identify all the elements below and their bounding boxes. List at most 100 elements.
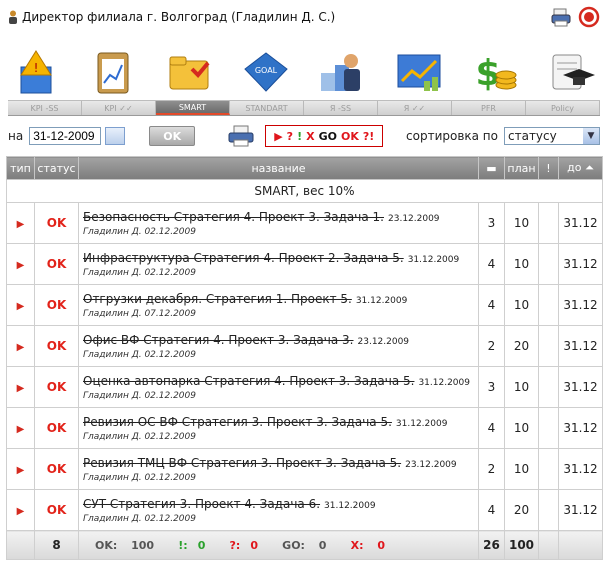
money-icon[interactable]: $	[469, 44, 521, 100]
task-cell[interactable]: Ревизия ОС ВФ Стратегия 3. Проект 3. Зад…	[78, 407, 479, 449]
col-status[interactable]: статус	[34, 156, 79, 180]
task-author: Гладилин Д. 02.12.2009	[83, 390, 196, 401]
type-marker[interactable]: ▶	[6, 284, 35, 326]
expand-arrow-icon[interactable]: ▶	[17, 424, 25, 435]
flag-cell	[538, 243, 559, 285]
filter-ok[interactable]: OK	[341, 130, 359, 143]
task-cell[interactable]: Инфраструктура Стратегия 4. Проект 2. За…	[78, 243, 479, 285]
task-cell[interactable]: Оценка автопарка Стратегия 4. Проект 3. …	[78, 366, 479, 408]
chart-icon[interactable]	[393, 44, 445, 100]
type-marker[interactable]: ▶	[6, 243, 35, 285]
table-row[interactable]: ▶ OK Оценка автопарка Стратегия 4. Проект …	[6, 366, 603, 408]
task-name[interactable]: Офис ВФ Стратегия 4. Проект 3. Задача 3.	[83, 333, 354, 347]
print-icon[interactable]	[227, 124, 255, 148]
printer-icon[interactable]	[550, 6, 572, 28]
filter-tri[interactable]: ▶	[274, 130, 282, 143]
comment-count[interactable]: 3	[478, 202, 505, 244]
tab-standart[interactable]: STANDART	[230, 101, 304, 115]
expand-arrow-icon[interactable]: ▶	[17, 301, 25, 312]
table-row[interactable]: ▶ OK Офис ВФ Стратегия 4. Проект 3. Задача…	[6, 325, 603, 367]
tab-ya-ss[interactable]: Я -SS	[304, 101, 378, 115]
tab-policy[interactable]: Policy	[526, 101, 600, 115]
kpi-clipboard-icon[interactable]	[87, 44, 139, 100]
task-name[interactable]: Ревизия ОС ВФ Стратегия 3. Проект 3. Зад…	[83, 415, 392, 429]
col-name[interactable]: название	[78, 156, 479, 180]
comment-count[interactable]: 2	[478, 325, 505, 367]
type-marker[interactable]: ▶	[6, 325, 35, 367]
comment-count[interactable]: 4	[478, 284, 505, 326]
exit-icon[interactable]	[578, 6, 600, 28]
expand-arrow-icon[interactable]: ▶	[17, 506, 25, 517]
table-row[interactable]: ▶ OK Ревизия ТМЦ ВФ Стратегия 3. Проект 3.…	[6, 448, 603, 490]
tab-kpi-check[interactable]: KPI ✓✓	[82, 101, 156, 115]
task-cell[interactable]: Безопасность Стратегия 4. Проект 3. Зада…	[78, 202, 479, 244]
filter-go[interactable]: GO	[319, 130, 337, 143]
task-name[interactable]: Ревизия ТМЦ ВФ Стратегия 3. Проект 3. За…	[83, 456, 401, 470]
task-cell[interactable]: Офис ВФ Стратегия 4. Проект 3. Задача 3.…	[78, 325, 479, 367]
calendar-icon[interactable]	[105, 127, 126, 145]
task-name[interactable]: Инфраструктура Стратегия 4. Проект 2. За…	[83, 251, 404, 265]
type-marker[interactable]: ▶	[6, 448, 35, 490]
task-cell[interactable]: Ревизия ТМЦ ВФ Стратегия 3. Проект 3. За…	[78, 448, 479, 490]
table-row[interactable]: ▶ OK Инфраструктура Стратегия 4. Проект 2.…	[6, 243, 603, 285]
col-plan[interactable]: план	[504, 156, 539, 180]
task-date: 23.12.2009	[405, 459, 457, 470]
sort-select[interactable]: статусу ▼	[504, 127, 600, 145]
type-marker[interactable]: ▶	[6, 407, 35, 449]
due-date: 31.12	[558, 243, 603, 285]
ranking-icon[interactable]	[316, 44, 368, 100]
task-date: 23.12.2009	[357, 336, 410, 347]
section-row: SMART, вес 10%	[6, 179, 603, 203]
chevron-down-icon[interactable]: ▼	[583, 128, 599, 144]
smart-folder-icon[interactable]	[163, 44, 215, 100]
col-flag[interactable]: !	[538, 156, 559, 180]
expand-arrow-icon[interactable]: ▶	[17, 465, 25, 476]
filter-ex[interactable]: !	[297, 130, 302, 143]
app-window: Директор филиала г. Волгоград (Гладилин …	[0, 0, 608, 566]
task-author: Гладилин Д. 02.12.2009	[83, 226, 196, 237]
type-marker[interactable]: ▶	[6, 489, 35, 531]
expand-arrow-icon[interactable]: ▶	[17, 219, 25, 230]
ok-button[interactable]: OK	[149, 126, 196, 146]
status-filter[interactable]: ▶ ? ! X GO OK ?!	[265, 125, 384, 147]
task-name[interactable]: СУТ Стратегия 3. Проект 4. Задача 6.	[83, 497, 320, 511]
col-type[interactable]: тип	[6, 156, 35, 180]
task-cell[interactable]: Отгрузки декабря. Стратегия 1. Проект 5.…	[78, 284, 479, 326]
svg-text:GOAL: GOAL	[255, 66, 278, 75]
kpi-bundle-icon[interactable]: !	[10, 44, 62, 100]
goal-icon[interactable]: GOAL	[240, 44, 292, 100]
expand-arrow-icon[interactable]: ▶	[17, 383, 25, 394]
date-input[interactable]	[29, 127, 102, 145]
type-marker[interactable]: ▶	[6, 202, 35, 244]
filter-q[interactable]: ?	[287, 130, 293, 143]
tab-ya-check[interactable]: Я ✓✓	[378, 101, 452, 115]
expand-arrow-icon[interactable]: ▶	[17, 342, 25, 353]
comment-count[interactable]: 3	[478, 366, 505, 408]
type-marker[interactable]: ▶	[6, 366, 35, 408]
expand-arrow-icon[interactable]: ▶	[17, 260, 25, 271]
tab-smart[interactable]: SMART	[156, 101, 230, 115]
comment-count[interactable]: 4	[478, 489, 505, 531]
comment-count[interactable]: 4	[478, 407, 505, 449]
col-comments[interactable]: ▬	[478, 156, 505, 180]
status-badge: OK	[34, 489, 79, 531]
task-name[interactable]: Безопасность Стратегия 4. Проект 3. Зада…	[83, 210, 384, 224]
table-row[interactable]: ▶ OK Безопасность Стратегия 4. Проект 3. З…	[6, 202, 603, 244]
table-row[interactable]: ▶ OK Отгрузки декабря. Стратегия 1. Проект…	[6, 284, 603, 326]
table-row[interactable]: ▶ OK СУТ Стратегия 3. Проект 4. Задача 6. 3…	[6, 489, 603, 531]
policy-icon[interactable]	[546, 44, 598, 100]
task-name[interactable]: Оценка автопарка Стратегия 4. Проект 3. …	[83, 374, 414, 388]
table-row[interactable]: ▶ OK Ревизия ОС ВФ Стратегия 3. Проект 3. …	[6, 407, 603, 449]
task-name[interactable]: Отгрузки декабря. Стратегия 1. Проект 5.	[83, 292, 352, 306]
filter-x[interactable]: X	[306, 130, 314, 143]
col-due[interactable]: до ⏶	[558, 156, 603, 180]
tab-pfr[interactable]: PFR	[452, 101, 526, 115]
header-bar: Директор филиала г. Волгоград (Гладилин …	[0, 0, 608, 34]
comment-count[interactable]: 2	[478, 448, 505, 490]
task-cell[interactable]: СУТ Стратегия 3. Проект 4. Задача 6. 31.1…	[78, 489, 479, 531]
tab-kpi-ss[interactable]: KPI -SS	[8, 101, 82, 115]
comment-count[interactable]: 4	[478, 243, 505, 285]
user-icon	[9, 10, 17, 24]
flag-cell	[538, 202, 559, 244]
filter-qex[interactable]: ?!	[363, 130, 374, 143]
